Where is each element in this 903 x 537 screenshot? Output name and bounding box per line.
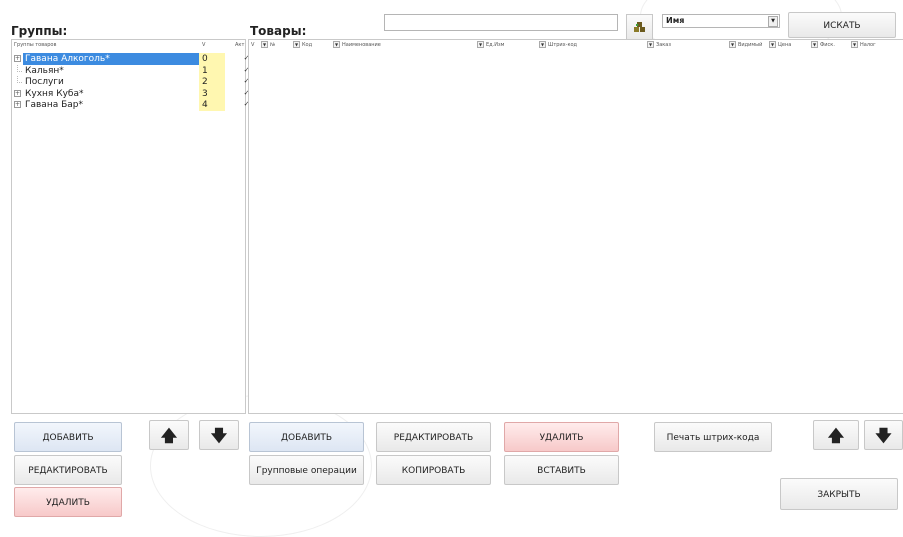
products-col-header[interactable]: ▼ № [261, 41, 275, 49]
products-col-header[interactable]: ▼ Ед.Изм [477, 41, 504, 49]
group-row[interactable]: + Гавана Бар* 4 ✓ [12, 99, 249, 111]
products-grid[interactable]: V ▼ № ▼ Код ▼ Наименование ▼ Ед.Изм ▼ Штрих-код ▼ За… [248, 39, 903, 414]
group-move-up-button[interactable]: 🡅 [149, 420, 189, 450]
chevron-down-icon[interactable]: ▼ [851, 41, 858, 48]
products-col-header[interactable]: ▼ Заказ [647, 41, 671, 49]
groups-grid[interactable]: Группы товаров V Акт + Гавана Алкоголь* 0 ✓… [11, 39, 249, 414]
group-v-value[interactable]: 0 [199, 53, 225, 65]
expand-icon[interactable]: + [14, 89, 21, 97]
expand-icon[interactable]: + [14, 101, 21, 108]
groups-title: Группы: [11, 24, 68, 38]
chevron-down-icon[interactable]: ▼ [647, 41, 654, 48]
groups-col-name: Группы товаров [14, 42, 57, 48]
products-col-header[interactable]: ▼ Код [293, 41, 312, 49]
products-col-header[interactable]: ▼ Наименование [333, 41, 381, 49]
groups-col-v: V [202, 42, 206, 48]
arrow-up-icon: 🡅 [160, 426, 178, 445]
copy-button[interactable]: КОПИРОВАТЬ [376, 455, 491, 485]
group-name: Послуги [25, 77, 64, 87]
group-name: Гавана Алкоголь* [23, 53, 201, 65]
group-delete-button[interactable]: УДАЛИТЬ [14, 487, 122, 517]
products-col-header[interactable]: ▼ Видимый [729, 41, 762, 49]
group-row[interactable]: Кальян* 1 ✓ [12, 64, 249, 77]
group-v-value[interactable]: 1 [199, 64, 225, 77]
close-button[interactable]: ЗАКРЫТЬ [780, 478, 898, 510]
group-edit-button[interactable]: РЕДАКТИРОВАТЬ [14, 455, 122, 485]
group-name: Кухня Куба* [25, 88, 84, 99]
chevron-down-icon[interactable]: ▼ [729, 41, 736, 48]
barcode-search-button[interactable] [626, 14, 653, 40]
tree-line [17, 76, 22, 83]
chevron-down-icon[interactable]: ▼ [769, 41, 776, 48]
groups-col-act: Акт [235, 42, 245, 48]
arrow-down-icon: 🡇 [875, 426, 892, 445]
products-col-header[interactable]: V [251, 41, 254, 49]
arrow-down-icon: 🡇 [210, 426, 228, 445]
chevron-down-icon[interactable]: ▼ [477, 41, 484, 48]
products-title: Товары: [250, 24, 307, 38]
product-delete-button[interactable]: УДАЛИТЬ [504, 422, 619, 452]
products-col-header[interactable]: ▼ Цена [769, 41, 791, 49]
group-name: Кальян* [25, 65, 64, 76]
search-field-select[interactable]: Имя ▼ [662, 14, 780, 28]
expand-icon[interactable]: + [14, 55, 21, 62]
product-move-up-button[interactable]: 🡅 [813, 420, 859, 450]
group-v-value[interactable]: 4 [199, 99, 225, 111]
group-name: Гавана Бар* [25, 100, 83, 110]
chevron-down-icon[interactable]: ▼ [261, 41, 268, 48]
product-move-down-button[interactable]: 🡇 [864, 420, 903, 450]
group-row[interactable]: + Гавана Алкоголь* 0 ✓ [12, 53, 249, 65]
chevron-down-icon[interactable]: ▼ [333, 41, 340, 48]
arrow-up-icon: 🡅 [827, 426, 845, 445]
group-row[interactable]: + Кухня Куба* 3 ✓ [12, 87, 249, 100]
barcode-search-icon [634, 22, 645, 32]
product-add-button[interactable]: ДОБАВИТЬ [249, 422, 364, 452]
group-add-button[interactable]: ДОБАВИТЬ [14, 422, 122, 452]
products-col-header[interactable]: ▼ Налог [851, 41, 876, 49]
group-row[interactable]: Послуги 2 ✓ [12, 76, 249, 88]
search-button[interactable]: ИСКАТЬ [788, 12, 896, 38]
chevron-down-icon[interactable]: ▼ [293, 41, 300, 48]
product-edit-button[interactable]: РЕДАКТИРОВАТЬ [376, 422, 491, 452]
search-field-value: Имя [666, 16, 685, 25]
tree-line [17, 64, 22, 72]
chevron-down-icon[interactable]: ▼ [811, 41, 818, 48]
chevron-down-icon: ▼ [768, 16, 778, 27]
print-barcode-button[interactable]: Печать штрих-кода [654, 422, 772, 452]
group-operations-button[interactable]: Групповые операции [249, 455, 364, 485]
products-col-header[interactable]: ▼ Штрих-код [539, 41, 577, 49]
group-v-value[interactable]: 3 [199, 87, 225, 100]
group-v-value[interactable]: 2 [199, 76, 225, 88]
products-col-header[interactable]: ▼ Фиск. [811, 41, 835, 49]
chevron-down-icon[interactable]: ▼ [539, 41, 546, 48]
group-move-down-button[interactable]: 🡇 [199, 420, 239, 450]
search-input[interactable] [384, 14, 618, 31]
paste-button[interactable]: ВСТАВИТЬ [504, 455, 619, 485]
